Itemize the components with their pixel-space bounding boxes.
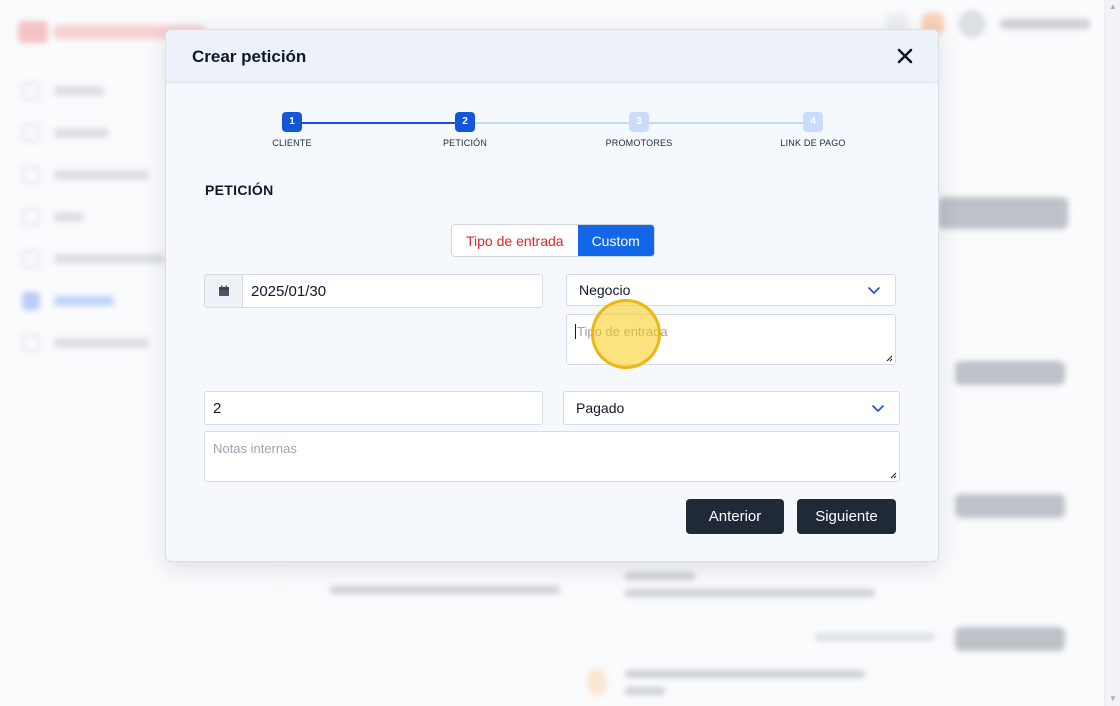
step-peticion[interactable]: 2 PETICIÓN	[425, 112, 505, 148]
quantity-input[interactable]: 2	[204, 391, 543, 425]
tipo-entrada-textarea[interactable]: Tipo de entrada	[566, 314, 896, 365]
step-number: 4	[803, 112, 823, 132]
notas-internas-placeholder: Notas internas	[213, 441, 297, 456]
resize-handle-icon[interactable]	[886, 355, 893, 362]
date-field[interactable]: 2025/01/30	[204, 274, 543, 308]
toggle-tipo-de-entrada[interactable]: Tipo de entrada	[452, 225, 578, 256]
tipo-entrada-placeholder: Tipo de entrada	[577, 324, 668, 339]
step-label: PROMOTORES	[605, 138, 673, 148]
section-title: PETICIÓN	[205, 182, 274, 198]
close-button[interactable]	[894, 46, 916, 68]
step-link-de-pago[interactable]: 4 LINK DE PAGO	[773, 112, 853, 148]
quantity-value: 2	[213, 399, 222, 417]
date-value: 2025/01/30	[251, 282, 327, 300]
mode-toggle: Tipo de entrada Custom	[451, 224, 655, 257]
category-select-value: Negocio	[579, 282, 631, 298]
resize-handle-icon[interactable]	[890, 472, 897, 479]
payment-status-select[interactable]: Pagado	[563, 391, 900, 425]
close-icon	[897, 48, 913, 63]
stepper: 1 CLIENTE 2 PETICIÓN 3 PROMOTORES 4 LINK…	[166, 112, 940, 172]
chevron-down-icon	[868, 287, 880, 294]
step-label: LINK DE PAGO	[780, 138, 846, 148]
step-promotores[interactable]: 3 PROMOTORES	[599, 112, 679, 148]
notas-internas-textarea[interactable]: Notas internas	[204, 431, 900, 482]
create-request-modal: Crear petición 1 CLIENTE 2 PETICIÓN 3 PR…	[165, 29, 939, 562]
step-label: PETICIÓN	[442, 138, 488, 148]
step-number: 2	[455, 112, 475, 132]
previous-button[interactable]: Anterior	[686, 499, 784, 534]
category-select[interactable]: Negocio	[566, 274, 896, 306]
step-cliente[interactable]: 1 CLIENTE	[252, 112, 332, 148]
step-label: CLIENTE	[272, 138, 312, 148]
chevron-down-icon	[872, 405, 884, 412]
next-button[interactable]: Siguiente	[797, 499, 896, 534]
text-caret	[575, 324, 576, 339]
calendar-icon	[218, 285, 229, 296]
toggle-custom[interactable]: Custom	[577, 225, 654, 256]
modal-header: Crear petición	[166, 30, 938, 83]
date-addon[interactable]	[205, 275, 243, 307]
step-number: 1	[282, 112, 302, 132]
step-number: 3	[629, 112, 649, 132]
modal-title: Crear petición	[192, 47, 307, 66]
payment-status-value: Pagado	[576, 400, 625, 416]
